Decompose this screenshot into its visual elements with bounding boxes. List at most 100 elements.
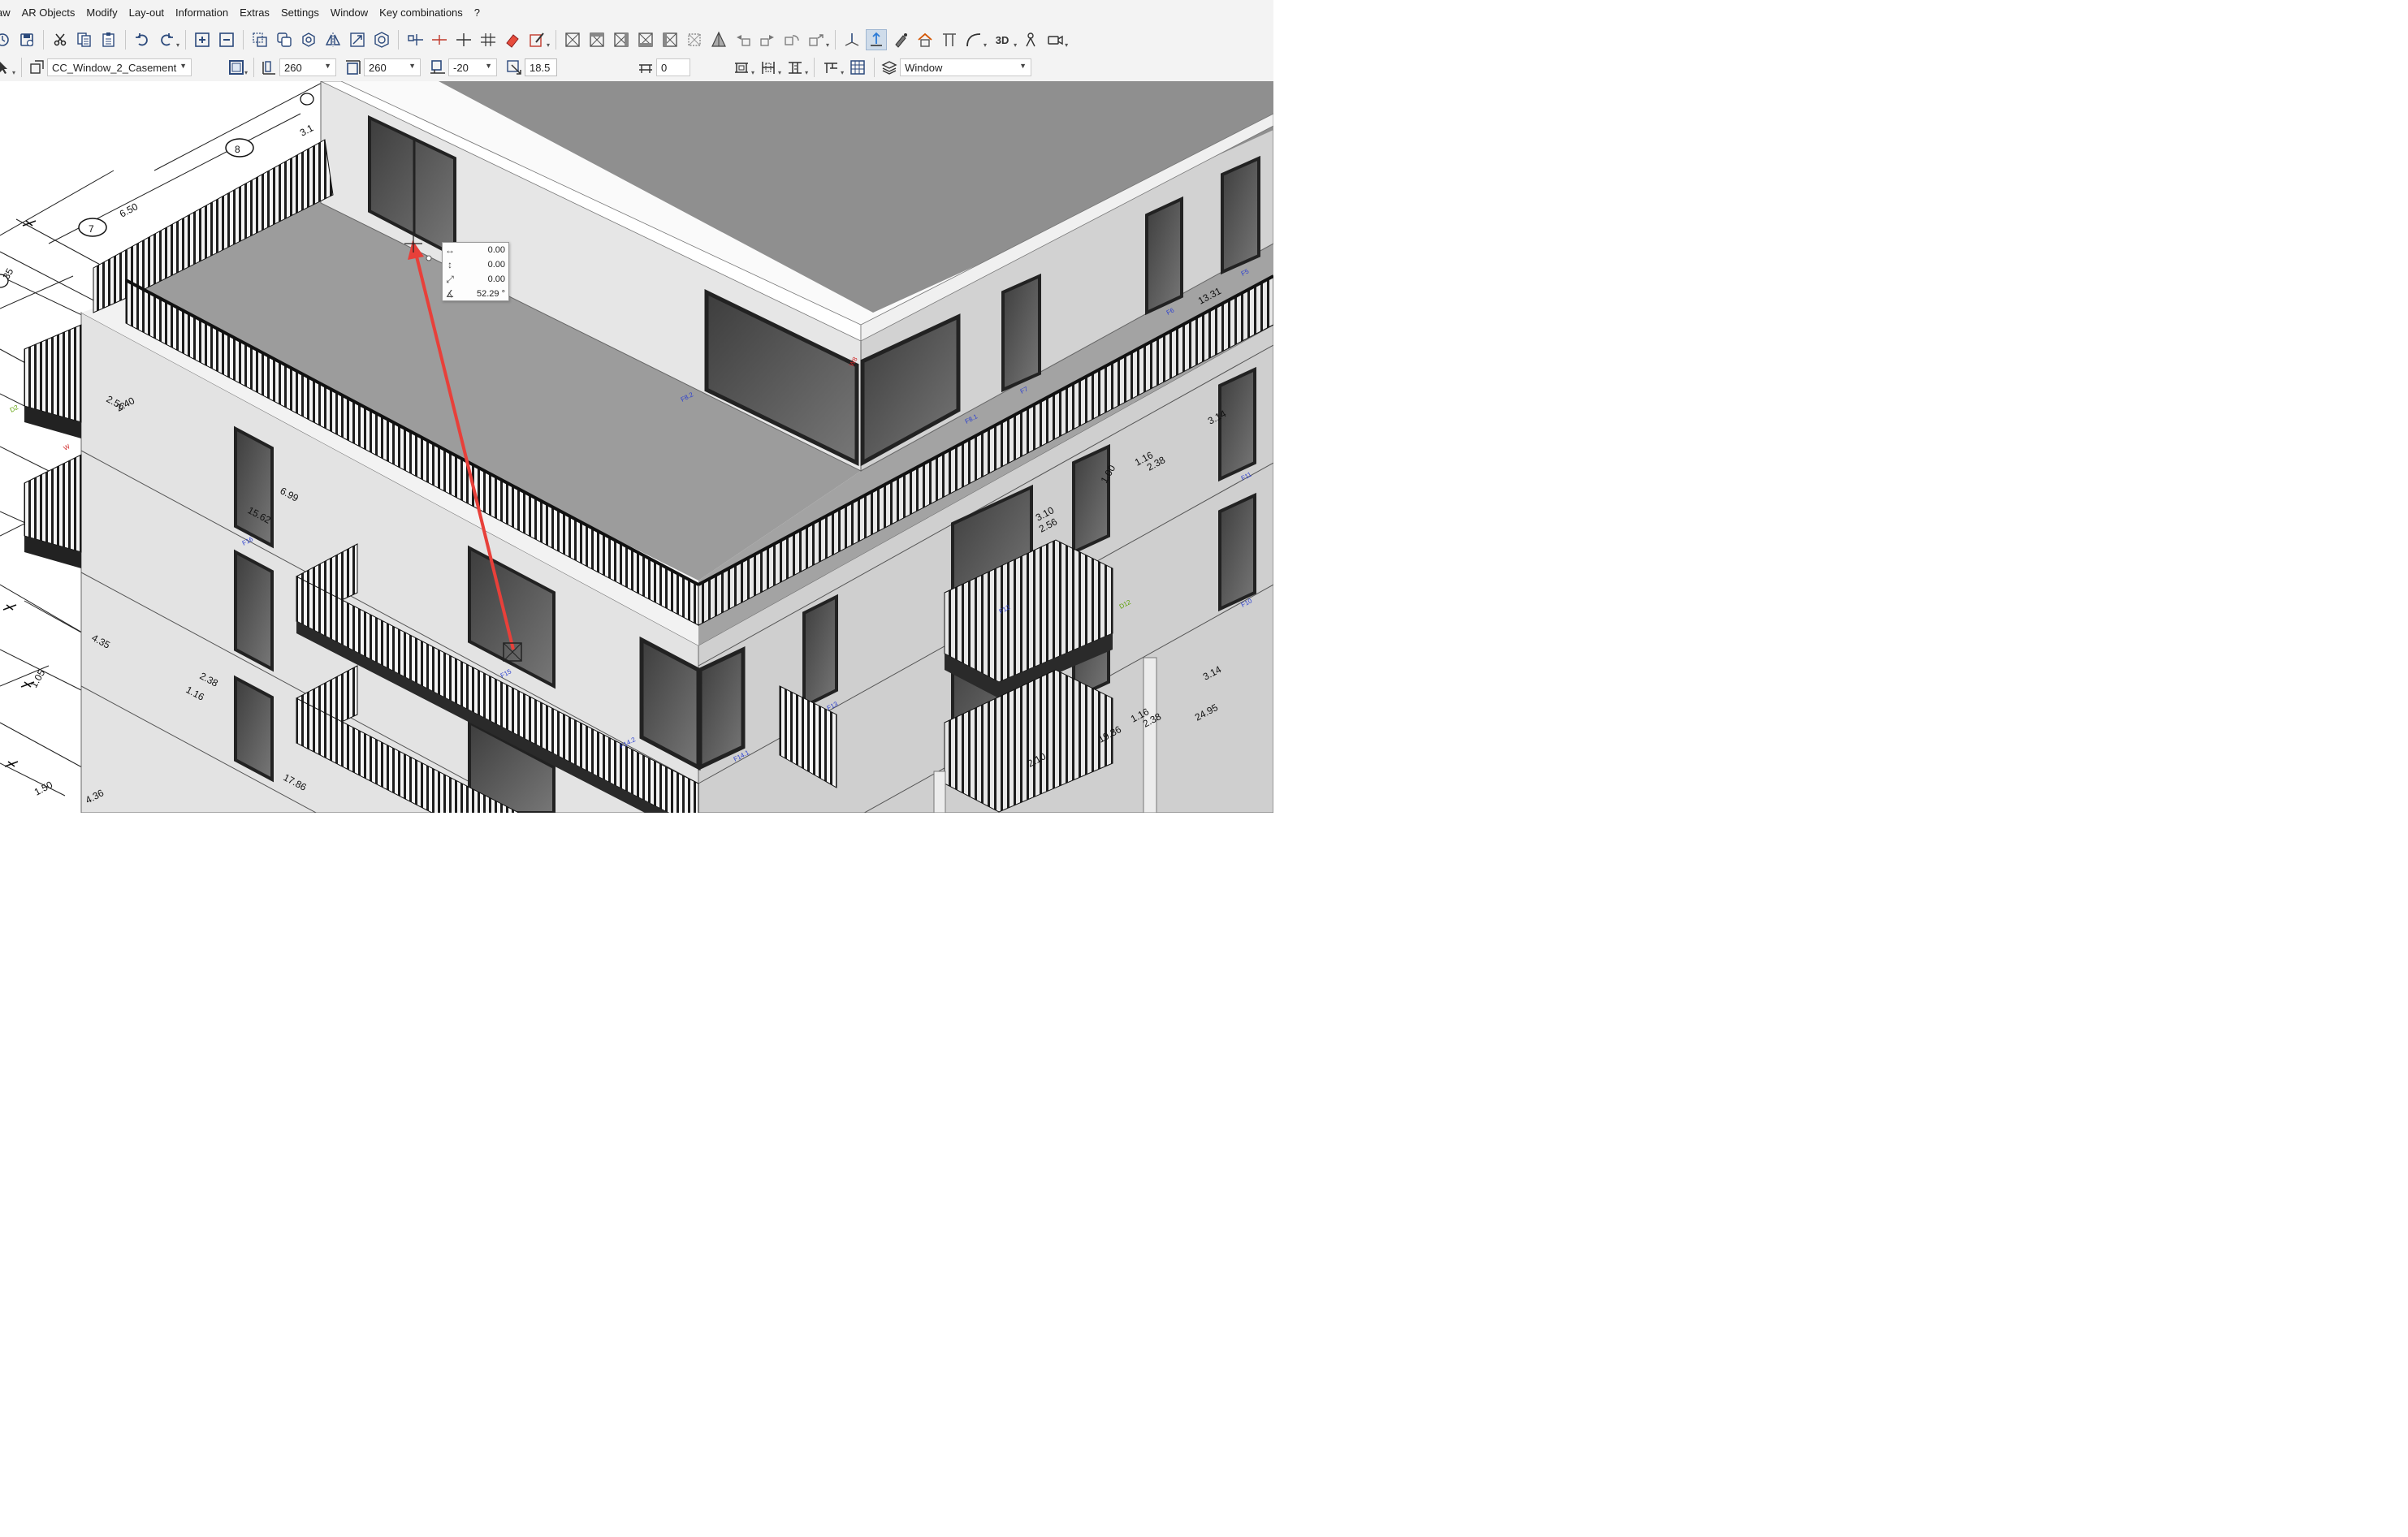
undo-icon[interactable] — [132, 29, 153, 50]
workplane-icon[interactable] — [841, 29, 862, 50]
layer-dropdown[interactable]: Window ▼ — [900, 58, 1032, 76]
chevron-down-icon: ▼ — [179, 62, 188, 70]
paint-icon[interactable] — [890, 29, 911, 50]
3d-viewport[interactable]: 7 8 6.50 3.1 35 2.40 2.56 6.99 15.62 4.3… — [0, 81, 1273, 813]
pointer-dropdown-icon[interactable]: ▾ — [12, 69, 15, 76]
menu-settings[interactable]: Settings — [275, 0, 325, 26]
snap-parallel-icon[interactable] — [478, 29, 499, 50]
menu-extras[interactable]: Extras — [234, 0, 275, 26]
chevron-down-icon: ▼ — [324, 62, 332, 70]
chevron-down-icon: ▼ — [409, 62, 417, 70]
curve-icon[interactable] — [963, 29, 984, 50]
rotate-view-left-icon[interactable] — [733, 29, 754, 50]
mirror-icon[interactable] — [322, 29, 344, 50]
tooltip-row-distance[interactable]: ⤢ 0.00 — [443, 272, 508, 287]
copy-icon[interactable] — [74, 29, 95, 50]
walk-icon[interactable] — [806, 29, 827, 50]
snap-grid-icon[interactable] — [404, 29, 426, 50]
view-left-icon[interactable] — [659, 29, 681, 50]
object-name-dropdown[interactable]: CC_Window_2_Casement ▼ — [47, 58, 192, 76]
scale-icon[interactable] — [347, 29, 368, 50]
chevron-down-icon: ▼ — [1019, 62, 1027, 70]
duplicate-icon[interactable] — [274, 29, 295, 50]
dim-label: 1.50 — [32, 779, 54, 797]
3d-view-icon[interactable]: 3D — [990, 29, 1014, 50]
sill-offset-field[interactable]: -20 ▼ — [448, 58, 498, 76]
sill-settings-icon[interactable] — [820, 57, 841, 78]
window-frame-dropdown-icon[interactable]: ▾ — [244, 69, 248, 76]
redo-icon[interactable] — [156, 29, 177, 50]
chevron-down-icon: ▼ — [485, 62, 493, 70]
width-field[interactable]: 260 ▼ — [279, 58, 337, 76]
sash-settings-icon[interactable] — [785, 57, 806, 78]
sill-offset-value: -20 — [453, 61, 469, 74]
cut-icon[interactable] — [50, 29, 71, 50]
tooltip-row-dy[interactable]: ↕ 0.00 — [443, 257, 508, 272]
reveal-value: 18.5 — [530, 61, 551, 74]
menu-modify[interactable]: Modify — [80, 0, 123, 26]
menu-draw[interactable]: aw — [0, 0, 16, 26]
diagonal-arrow-icon: ⤢ — [446, 273, 454, 285]
width-icon — [258, 57, 279, 78]
axis-7-label: 7 — [89, 223, 94, 235]
reveal-icon — [504, 57, 525, 78]
workplane-active-icon[interactable] — [866, 29, 888, 50]
parapet-field[interactable]: 0 — [656, 58, 691, 76]
frame-settings-icon[interactable] — [758, 57, 779, 78]
tooltip-distance-value: 0.00 — [487, 274, 505, 284]
tooltip-row-angle[interactable]: ∡ 52.29 ° — [443, 287, 508, 301]
view-top-icon[interactable] — [562, 29, 583, 50]
snap-perpendicular-icon[interactable] — [453, 29, 474, 50]
menu-window[interactable]: Window — [325, 0, 374, 26]
perspective-icon[interactable] — [708, 29, 729, 50]
group-icon[interactable] — [371, 29, 392, 50]
reveal-field[interactable]: 18.5 — [525, 58, 558, 76]
eraser-icon[interactable] — [502, 29, 523, 50]
column — [1143, 657, 1157, 813]
building-model: 7 8 6.50 3.1 35 2.40 2.56 6.99 15.62 4.3… — [0, 81, 1273, 813]
view-back-icon[interactable] — [635, 29, 656, 50]
menu-help[interactable]: ? — [469, 0, 486, 26]
properties-toolbar: ▾ CC_Window_2_Casement ▼ ▾ 260 ▼ 260 ▼ -… — [0, 54, 1273, 82]
width-value: 260 — [284, 61, 302, 74]
dim-label: 3.1 — [298, 122, 316, 138]
camera-icon[interactable] — [1044, 29, 1066, 50]
main-toolbar: ▾ ▾ ▾ ▾ 3D ▾ ▾ — [0, 26, 1273, 54]
column-icon[interactable] — [939, 29, 960, 50]
orbit-icon[interactable] — [781, 29, 802, 50]
object-type-icon[interactable] — [26, 57, 47, 78]
view-iso-icon[interactable] — [684, 29, 705, 50]
paste-icon[interactable] — [98, 29, 119, 50]
menu-layout[interactable]: Lay-out — [123, 0, 170, 26]
snap-axis-icon[interactable] — [429, 29, 450, 50]
layers-icon[interactable] — [879, 57, 900, 78]
height-icon — [343, 57, 364, 78]
axis-marker-7: 7 — [78, 218, 107, 237]
zoom-out-icon[interactable] — [216, 29, 237, 50]
menu-key-combinations[interactable]: Key combinations — [374, 0, 469, 26]
object-name-value: CC_Window_2_Casement — [52, 61, 177, 74]
coordinate-tooltip[interactable]: ↔ 0.00 ↕ 0.00 ⤢ 0.00 ∡ 52.29 ° — [442, 242, 509, 301]
horizontal-arrow-icon: ↔ — [445, 244, 455, 256]
tooltip-row-dx[interactable]: ↔ 0.00 — [443, 243, 508, 257]
history-icon[interactable] — [0, 29, 13, 50]
rotate-icon[interactable] — [298, 29, 319, 50]
grid-table-icon[interactable] — [847, 57, 868, 78]
save-icon[interactable] — [16, 29, 37, 50]
parapet-value: 0 — [661, 61, 668, 74]
light-icon[interactable] — [1020, 29, 1041, 50]
rotate-view-right-icon[interactable] — [757, 29, 778, 50]
select-copy-icon[interactable] — [249, 29, 270, 50]
layer-value: Window — [905, 61, 943, 74]
menu-information[interactable]: Information — [170, 0, 234, 26]
house-icon[interactable] — [914, 29, 936, 50]
height-field[interactable]: 260 ▼ — [364, 58, 422, 76]
edit-object-icon[interactable] — [526, 29, 547, 50]
view-right-icon[interactable] — [611, 29, 632, 50]
parapet-icon — [635, 57, 656, 78]
menu-ar-objects[interactable]: AR Objects — [16, 0, 81, 26]
zoom-in-icon[interactable] — [192, 29, 213, 50]
opening-settings-icon[interactable] — [731, 57, 752, 78]
view-front-icon[interactable] — [586, 29, 607, 50]
dim-label: 6.50 — [118, 201, 140, 219]
